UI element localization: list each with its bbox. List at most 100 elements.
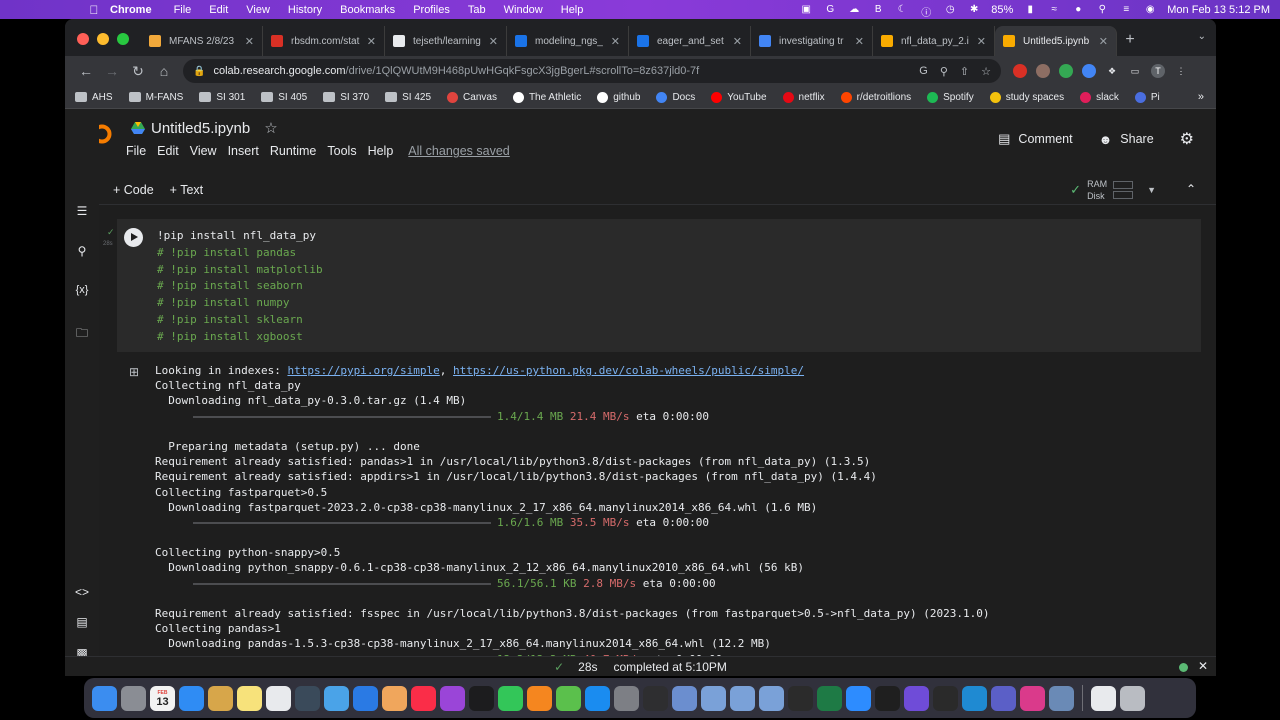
browser-tab[interactable]: eager_and_set ✕ bbox=[629, 26, 751, 56]
menu-tab[interactable]: Tab bbox=[468, 4, 486, 16]
screen-record-icon[interactable]: ▣ bbox=[799, 4, 813, 16]
bookmark-item[interactable]: M-FANS bbox=[128, 92, 183, 103]
info-icon[interactable]: ⓘ bbox=[919, 4, 933, 19]
menu-app-name[interactable]: Chrome bbox=[110, 4, 152, 16]
bluetooth-icon[interactable]: ✱ bbox=[967, 4, 981, 16]
siri-icon[interactable]: ◉ bbox=[1143, 4, 1157, 16]
menu-bookmarks[interactable]: Bookmarks bbox=[340, 4, 395, 16]
dock-terminal-icon[interactable] bbox=[875, 685, 900, 711]
add-code-button[interactable]: + Code bbox=[113, 183, 154, 197]
colab-menu-edit[interactable]: Edit bbox=[157, 144, 179, 158]
code-snippets-icon[interactable]: <> bbox=[74, 585, 90, 599]
dock-excel-icon[interactable] bbox=[817, 685, 842, 711]
colab-menu-tools[interactable]: Tools bbox=[327, 144, 356, 158]
dock-chrome-icon[interactable] bbox=[266, 685, 291, 711]
menu-view[interactable]: View bbox=[246, 4, 270, 16]
reload-icon[interactable]: ↻ bbox=[125, 63, 151, 80]
dock-trash-icon[interactable] bbox=[1120, 685, 1145, 711]
tab-close-icon[interactable]: ✕ bbox=[1099, 35, 1108, 48]
browser-tab[interactable]: nfl_data_py_2.i ✕ bbox=[873, 26, 995, 56]
home-icon[interactable]: ⌂ bbox=[151, 63, 177, 79]
dock-books-icon[interactable] bbox=[527, 685, 552, 711]
dock-activity-monitor-icon[interactable] bbox=[788, 685, 813, 711]
dock-safari-icon[interactable] bbox=[179, 685, 204, 711]
dock-photos-icon[interactable] bbox=[382, 685, 407, 711]
bookmark-item[interactable]: SI 425 bbox=[385, 92, 431, 103]
dock-podcasts-icon[interactable] bbox=[440, 685, 465, 711]
bookmark-item[interactable]: SI 405 bbox=[261, 92, 307, 103]
menu-profiles[interactable]: Profiles bbox=[413, 4, 450, 16]
address-bar[interactable]: 🔒 colab.research.google.com/drive/1QlQWU… bbox=[183, 59, 1001, 83]
clock-icon[interactable]: ◷ bbox=[943, 4, 957, 16]
collapse-header-icon[interactable]: ⌃ bbox=[1186, 182, 1196, 196]
dock-tv-icon[interactable] bbox=[469, 685, 494, 711]
extensions-puzzle-icon[interactable]: ❖ bbox=[1105, 64, 1119, 78]
bookmark-item[interactable]: YouTube bbox=[711, 91, 767, 103]
dock-rstudio-icon[interactable] bbox=[701, 685, 726, 711]
dock-app-store-icon[interactable] bbox=[585, 685, 610, 711]
extension-blue-icon[interactable] bbox=[1082, 64, 1096, 78]
colab-menu-file[interactable]: File bbox=[126, 144, 146, 158]
resource-indicator[interactable]: ✓ RAM Disk ▼ bbox=[1070, 178, 1156, 202]
tab-close-icon[interactable]: ✕ bbox=[489, 35, 498, 48]
code-cell[interactable]: ✓ 28s !pip install nfl_data_py # !pip ins… bbox=[103, 219, 1201, 352]
star-icon[interactable]: ☆ bbox=[264, 119, 277, 137]
dock-teams-icon[interactable] bbox=[991, 685, 1016, 711]
table-of-contents-icon[interactable]: ☰ bbox=[74, 204, 90, 218]
lock-icon[interactable]: 🔒 bbox=[193, 66, 205, 77]
menu-file[interactable]: File bbox=[174, 4, 192, 16]
bold-b-icon[interactable]: B bbox=[871, 4, 885, 16]
bookmark-item[interactable]: netflix bbox=[782, 91, 825, 103]
bookmark-item[interactable]: study spaces bbox=[989, 91, 1064, 103]
dock-quicktime-icon[interactable] bbox=[295, 685, 320, 711]
dock-zoom-icon[interactable] bbox=[846, 685, 871, 711]
user-icon[interactable]: ● bbox=[1071, 4, 1085, 16]
comment-button[interactable]: ▤ Comment bbox=[998, 131, 1072, 147]
browser-tab[interactable]: tejseth/learning ✕ bbox=[385, 26, 507, 56]
tab-close-icon[interactable]: ✕ bbox=[733, 35, 742, 48]
cloud-icon[interactable]: ☁ bbox=[847, 4, 861, 16]
bookmark-item[interactable]: Spotify bbox=[927, 91, 974, 103]
run-cell-button[interactable] bbox=[124, 228, 143, 247]
control-center-icon[interactable]: ≡ bbox=[1119, 4, 1133, 16]
moon-icon[interactable]: ☾ bbox=[895, 4, 909, 16]
apple-menu-icon[interactable]:  bbox=[78, 3, 110, 17]
bookmark-item[interactable]: r/detroitlions bbox=[840, 91, 911, 103]
tab-close-icon[interactable]: ✕ bbox=[245, 35, 254, 48]
back-arrow-icon[interactable]: ← bbox=[73, 63, 99, 79]
dock-preview-icon[interactable] bbox=[1049, 685, 1074, 711]
files-folder-icon[interactable]: 🗀 bbox=[74, 324, 90, 345]
notebook-title[interactable]: Untitled5.ipynb bbox=[151, 120, 250, 137]
dock-calendar-icon[interactable]: FEB 13 bbox=[150, 685, 175, 711]
menu-help[interactable]: Help bbox=[561, 4, 584, 16]
bookmark-item[interactable]: Docs bbox=[656, 91, 695, 103]
tab-close-icon[interactable]: ✕ bbox=[367, 35, 376, 48]
dock-visual-studio-code-icon[interactable] bbox=[962, 685, 987, 711]
menu-window[interactable]: Window bbox=[504, 4, 543, 16]
dock-maps-icon[interactable] bbox=[556, 685, 581, 711]
save-status-link[interactable]: All changes saved bbox=[408, 144, 509, 158]
dock-chrome-2-icon[interactable] bbox=[1091, 685, 1116, 711]
dock-loader-icon[interactable] bbox=[933, 685, 958, 711]
status-message[interactable]: completed at 5:10PM bbox=[614, 660, 727, 674]
runtime-dropdown-icon[interactable]: ▼ bbox=[1147, 185, 1156, 195]
dock-finder-icon[interactable] bbox=[92, 685, 117, 711]
colab-menu-view[interactable]: View bbox=[190, 144, 217, 158]
search-icon[interactable]: ⚲ bbox=[1095, 4, 1109, 16]
share-page-icon[interactable]: ⇧ bbox=[960, 65, 969, 78]
dock-notes-app-icon[interactable] bbox=[208, 685, 233, 711]
dock-facetime-icon[interactable] bbox=[498, 685, 523, 711]
colab-menu-help[interactable]: Help bbox=[368, 144, 394, 158]
colab-menu-insert[interactable]: Insert bbox=[228, 144, 259, 158]
bookmark-item[interactable]: AHS bbox=[75, 92, 113, 103]
chrome-menu-icon[interactable]: ⋮ bbox=[1174, 64, 1188, 78]
output-actions-icon[interactable]: ⊞ bbox=[129, 365, 139, 379]
browser-tab[interactable]: rbsdm.com/stat ✕ bbox=[263, 26, 385, 56]
dock-mail-icon[interactable] bbox=[353, 685, 378, 711]
dock-system-settings-icon[interactable] bbox=[614, 685, 639, 711]
minimize-window-button[interactable] bbox=[97, 33, 109, 45]
dock-stickies-icon[interactable] bbox=[237, 685, 262, 711]
command-palette-icon[interactable]: ▤ bbox=[74, 615, 90, 629]
wifi-icon[interactable]: ≈ bbox=[1047, 4, 1061, 16]
dock-launchpad-icon[interactable] bbox=[121, 685, 146, 711]
